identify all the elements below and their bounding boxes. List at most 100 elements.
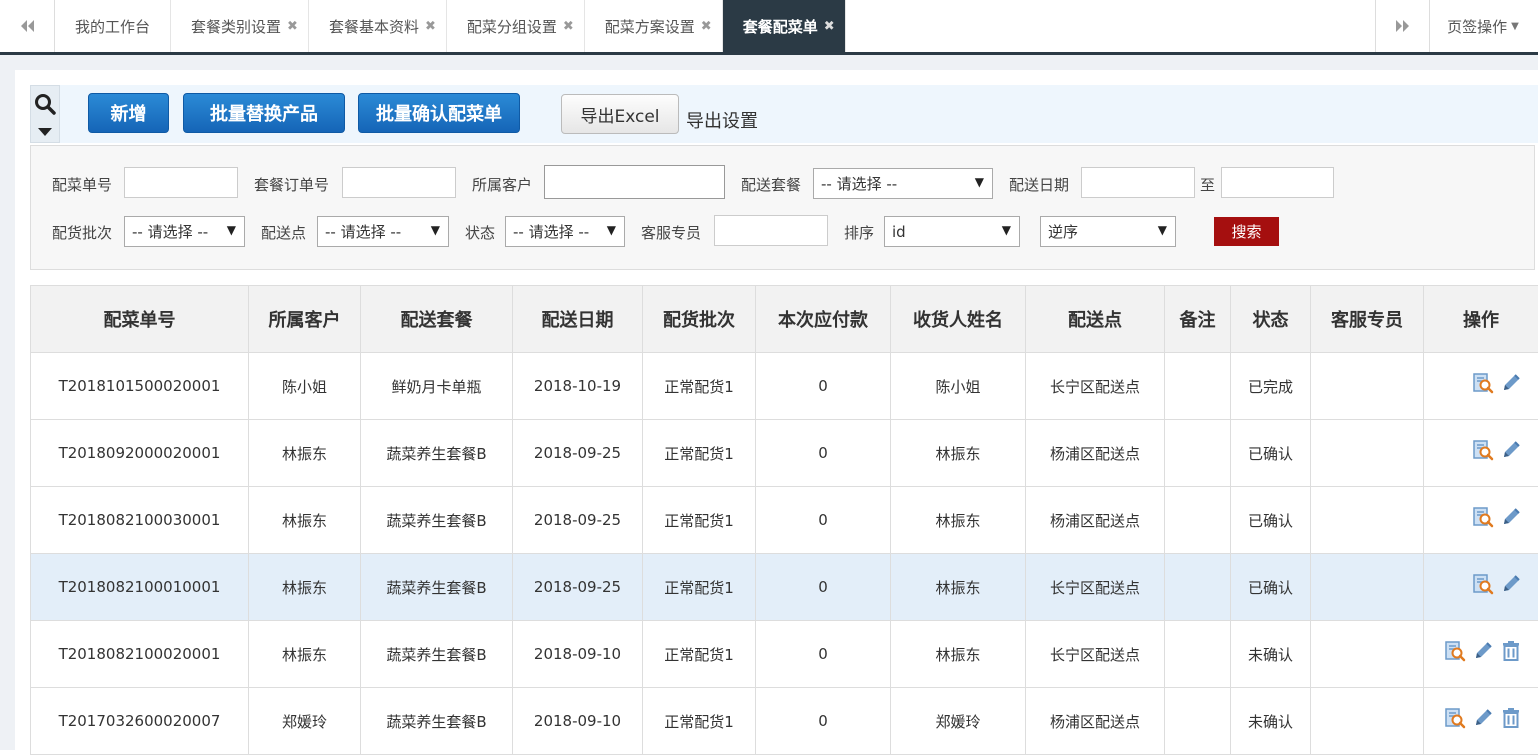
order-no-cell: T2018101500020001 [31,353,249,420]
data-table: 配菜单号所属客户配送套餐配送日期配货批次本次应付款收货人姓名配送点备注状态客服专… [30,285,1538,755]
date-to-input[interactable] [1221,167,1334,198]
tab-bar: 我的工作台套餐类别设置✖套餐基本资料✖配菜分组设置✖配菜方案设置✖套餐配菜单✖ … [0,0,1538,55]
sort-field-value: id [892,223,906,241]
column-header: 所属客户 [249,286,361,353]
tabs-scroll-right-icon[interactable] [1375,0,1430,52]
receiver-cell: 郑媛玲 [891,688,1026,755]
view-icon[interactable] [1472,439,1494,461]
table-row[interactable]: T2018092000020001林振东蔬菜养生套餐B2018-09-25正常配… [31,420,1538,487]
status-select-value: -- 请选择 -- [513,221,589,242]
point-cell: 杨浦区配送点 [1026,420,1165,487]
column-header: 配货批次 [643,286,756,353]
package-select-value: -- 请选择 -- [821,173,897,194]
sort-label: 排序 [844,222,874,243]
view-icon[interactable] [1444,640,1466,662]
service-input[interactable] [714,215,828,246]
batch-replace-button[interactable]: 批量替换产品 [183,93,345,133]
customer-cell: 陈小姐 [249,353,361,420]
sort-field-select[interactable]: id ▼ [884,216,1020,247]
status-cell: 已确认 [1231,554,1311,621]
customer-cell: 林振东 [249,487,361,554]
view-icon[interactable] [1472,573,1494,595]
tab-label: 套餐类别设置 [191,16,281,37]
package-order-label: 套餐订单号 [254,174,329,195]
edit-icon[interactable] [1472,640,1494,662]
customer-cell: 郑媛玲 [249,688,361,755]
column-header: 配送日期 [513,286,643,353]
delete-icon[interactable] [1500,707,1522,729]
column-header: 备注 [1165,286,1231,353]
edit-icon[interactable] [1500,439,1522,461]
point-cell: 杨浦区配送点 [1026,487,1165,554]
receiver-cell: 林振东 [891,487,1026,554]
table-row[interactable]: T2018082100020001林振东蔬菜养生套餐B2018-09-10正常配… [31,621,1538,688]
order-no-cell: T2018082100030001 [31,487,249,554]
actions-cell [1424,353,1538,420]
batch-select[interactable]: -- 请选择 -- ▼ [124,216,245,247]
search-button[interactable]: 搜索 [1214,217,1279,246]
package-cell: 蔬菜养生套餐B [361,688,513,755]
tab-5[interactable]: 套餐配菜单✖ [723,0,846,52]
edit-icon[interactable] [1500,372,1522,394]
view-icon[interactable] [1472,506,1494,528]
search-icon [34,93,56,115]
add-button[interactable]: 新增 [88,93,169,133]
table-header-row: 配菜单号所属客户配送套餐配送日期配货批次本次应付款收货人姓名配送点备注状态客服专… [31,286,1538,353]
column-header: 操作 [1424,286,1538,353]
sort-order-select[interactable]: 逆序 ▼ [1040,216,1176,247]
table-row[interactable]: T2018082100030001林振东蔬菜养生套餐B2018-09-25正常配… [31,487,1538,554]
close-icon[interactable]: ✖ [425,19,436,34]
receiver-cell: 林振东 [891,420,1026,487]
package-cell: 蔬菜养生套餐B [361,621,513,688]
date-cell: 2018-09-25 [513,420,643,487]
table-row[interactable]: T2018082100010001林振东蔬菜养生套餐B2018-09-25正常配… [31,554,1538,621]
page-ops-dropdown[interactable]: 页签操作 ▼ [1428,0,1538,52]
batch-cell: 正常配货1 [643,688,756,755]
tab-4[interactable]: 配菜方案设置✖ [585,0,723,52]
point-select[interactable]: -- 请选择 -- ▼ [317,216,449,247]
close-icon[interactable]: ✖ [287,19,298,34]
tab-0[interactable]: 我的工作台 [55,0,171,52]
edit-icon[interactable] [1500,506,1522,528]
date-from-input[interactable] [1081,167,1195,198]
order-no-input[interactable] [124,167,238,198]
date-label: 配送日期 [1009,174,1069,195]
receiver-cell: 林振东 [891,554,1026,621]
tab-label: 套餐基本资料 [329,16,419,37]
package-select[interactable]: -- 请选择 -- ▼ [813,168,993,199]
customer-cell: 林振东 [249,554,361,621]
close-icon[interactable]: ✖ [701,19,712,34]
view-icon[interactable] [1472,372,1494,394]
status-cell: 未确认 [1231,688,1311,755]
search-panel-toggle[interactable] [30,85,60,143]
view-icon[interactable] [1444,707,1466,729]
tab-2[interactable]: 套餐基本资料 ✖ [309,0,447,52]
table-row[interactable]: T2018101500020001陈小姐鲜奶月卡单瓶2018-10-19正常配货… [31,353,1538,420]
export-excel-button[interactable]: 导出Excel [561,94,679,134]
status-label: 状态 [465,222,495,243]
batch-cell: 正常配货1 [643,554,756,621]
tabs-scroll-left-icon[interactable] [0,0,55,52]
batch-confirm-button[interactable]: 批量确认配菜单 [358,93,520,133]
close-icon[interactable]: ✖ [563,19,574,34]
receiver-cell: 林振东 [891,621,1026,688]
column-header: 本次应付款 [756,286,891,353]
table-row[interactable]: T2017032600020007郑媛玲蔬菜养生套餐B2018-09-10正常配… [31,688,1538,755]
batch-cell: 正常配货1 [643,621,756,688]
delete-icon[interactable] [1500,640,1522,662]
tab-3[interactable]: 配菜分组设置✖ [447,0,585,52]
customer-input[interactable] [544,165,725,199]
column-header: 状态 [1231,286,1311,353]
edit-icon[interactable] [1472,707,1494,729]
tab-1[interactable]: 套餐类别设置 ✖ [171,0,309,52]
close-icon[interactable]: ✖ [824,19,835,34]
edit-icon[interactable] [1500,573,1522,595]
service-cell [1311,688,1424,755]
status-select[interactable]: -- 请选择 -- ▼ [505,216,625,247]
export-settings-link[interactable]: 导出设置 [686,107,758,133]
dropdown-arrow-icon: ▼ [431,223,440,237]
customer-cell: 林振东 [249,420,361,487]
service-cell [1311,621,1424,688]
point-cell: 长宁区配送点 [1026,554,1165,621]
package-order-input[interactable] [342,167,456,198]
